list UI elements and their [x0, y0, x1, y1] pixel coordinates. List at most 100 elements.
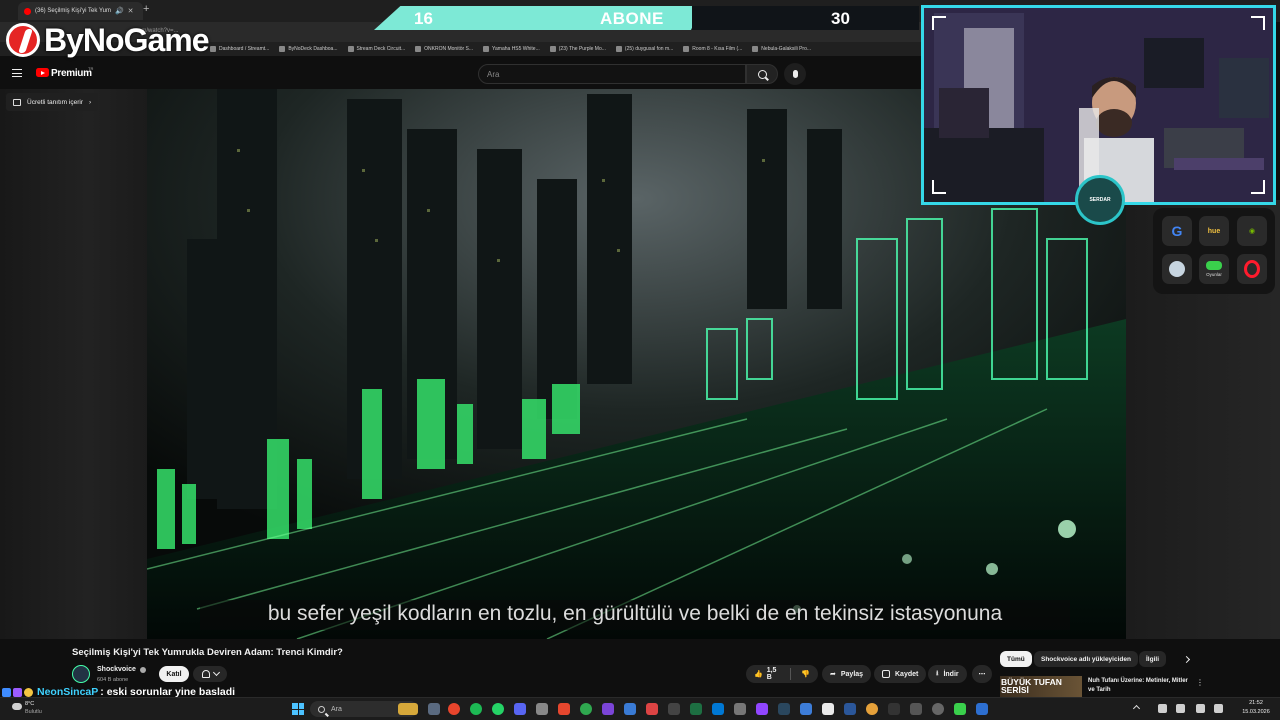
camera-frame-corner: [932, 180, 946, 194]
app-icon[interactable]: [822, 703, 834, 715]
app-icon[interactable]: [734, 703, 746, 715]
gamepad-icon[interactable]: Oyunlar: [1199, 254, 1229, 284]
subscribed-bell-button[interactable]: [193, 666, 227, 682]
app-icon[interactable]: [976, 703, 988, 715]
weather-description[interactable]: Bulutlu: [25, 709, 42, 715]
bookmark-label: ONKRON Monitör S...: [424, 46, 474, 52]
network-icon[interactable]: [1176, 704, 1185, 713]
app-icon[interactable]: [954, 703, 966, 715]
like-button[interactable]: 👍 1,5 B: [754, 667, 780, 681]
bookmark-item[interactable]: (23) The Purple Mo...: [549, 46, 606, 52]
search-icon: [318, 705, 325, 713]
bookmark-item[interactable]: ONKRON Monitör S...: [415, 46, 473, 52]
hamburger-menu-icon[interactable]: [12, 69, 22, 77]
app-icon[interactable]: [910, 703, 922, 715]
app-icon[interactable]: [690, 703, 702, 715]
tab-title: (36) Seçilmiş Kişi'yi Tek Yum: [35, 8, 111, 14]
clock-time[interactable]: 21:52: [1241, 700, 1271, 706]
app-icon[interactable]: [536, 703, 548, 715]
app-icon[interactable]: [602, 703, 614, 715]
bookmark-favicon-icon: [279, 46, 286, 52]
bookmark-item[interactable]: Room 8 - Kısa Film (...: [683, 46, 742, 52]
chevron-down-icon: [212, 668, 220, 677]
goal-bar-background: [692, 6, 919, 30]
save-label: Kaydet: [895, 670, 919, 678]
bookmark-label: Yamaha HS5 White...: [492, 46, 540, 52]
thumbnail-text: BÜYÜK TUFAN SERİSİ: [1001, 677, 1062, 695]
save-button[interactable]: Kaydet: [874, 665, 927, 683]
app-icon[interactable]: [866, 703, 878, 715]
tray-app-icon[interactable]: [1158, 704, 1167, 713]
discord-icon[interactable]: [514, 703, 526, 715]
share-button[interactable]: ➦ Paylaş: [822, 665, 872, 683]
youtube-premium-logo[interactable]: Premium: [51, 68, 92, 79]
app-icon[interactable]: [712, 703, 724, 715]
task-view-icon[interactable]: [428, 703, 440, 715]
recommended-title[interactable]: Nuh Tufanı Üzerine: Metinler, Mitler ve …: [1088, 677, 1188, 695]
clock-date[interactable]: 15.03.2026: [1241, 709, 1271, 715]
streamer-camera-feed: [924, 8, 1273, 202]
app-icon[interactable]: [668, 703, 680, 715]
download-button[interactable]: ⭳ İndir: [928, 665, 967, 683]
chip-from-channel[interactable]: Shockvoice adlı yükleyiciden: [1034, 651, 1138, 667]
close-tab-icon[interactable]: ✕: [128, 7, 134, 15]
weather-widget-icon[interactable]: [398, 703, 418, 715]
bell-icon: [201, 670, 210, 678]
chip-all[interactable]: Tümü: [1000, 651, 1032, 667]
join-button[interactable]: Katıl: [159, 666, 189, 682]
bookmark-favicon-icon: [549, 46, 556, 52]
more-actions-button[interactable]: ⋯: [972, 665, 992, 683]
camera-frame-corner: [1251, 16, 1265, 30]
paid-promotion-badge[interactable]: Ücretli tanıtım içerir ›: [6, 93, 99, 111]
google-icon[interactable]: G: [1162, 216, 1192, 246]
recommended-thumbnail[interactable]: BÜYÜK TUFAN SERİSİ: [1000, 676, 1082, 698]
steam-taskbar-icon[interactable]: [778, 703, 790, 715]
whatsapp-icon[interactable]: [492, 703, 504, 715]
search-button[interactable]: [746, 64, 778, 84]
thumbs-down-icon[interactable]: 👎: [801, 670, 810, 678]
spotify-icon[interactable]: [470, 703, 482, 715]
hue-icon[interactable]: hue: [1199, 216, 1229, 246]
youtube-header: Premium TR Ara: [0, 58, 922, 90]
microphone-tray-icon[interactable]: [1196, 704, 1205, 713]
speaker-icon[interactable]: 🔊: [115, 7, 124, 15]
bookmark-item[interactable]: Stream Deck Circuit...: [347, 46, 405, 52]
bookmark-item[interactable]: Yamaha HS5 White...: [483, 46, 540, 52]
bookmark-label: Dashboard / Streamt...: [219, 46, 270, 52]
app-icon[interactable]: [888, 703, 900, 715]
youtube-logo-icon[interactable]: [36, 68, 49, 77]
more-vertical-icon[interactable]: ⋮: [1196, 678, 1204, 687]
search-input[interactable]: Ara: [478, 64, 746, 84]
volume-icon[interactable]: [1214, 704, 1223, 713]
app-icon[interactable]: [800, 703, 812, 715]
channel-name[interactable]: Shockvoice: [97, 666, 136, 673]
bookmark-item[interactable]: Nebula-Galaksili Pro...: [752, 46, 811, 52]
weather-temperature[interactable]: 8°C: [25, 701, 34, 707]
app-icon[interactable]: [844, 703, 856, 715]
voice-search-button[interactable]: [784, 63, 806, 85]
bookmark-label: (25) duygusal fon m...: [624, 46, 674, 52]
bookmark-label: (23) The Purple Mo...: [558, 46, 606, 52]
settings-icon[interactable]: [932, 703, 944, 715]
nvidia-icon[interactable]: ◉: [1237, 216, 1267, 246]
bookmark-favicon-icon: [683, 46, 690, 52]
app-icon[interactable]: [558, 703, 570, 715]
chrome-icon[interactable]: [448, 703, 460, 715]
chevron-right-icon[interactable]: [1182, 655, 1191, 664]
bookmark-item[interactable]: Dashboard / Streamt...: [210, 46, 269, 52]
opera-icon[interactable]: [1237, 254, 1267, 284]
app-icon[interactable]: [580, 703, 592, 715]
app-icon[interactable]: [624, 703, 636, 715]
app-icon[interactable]: [646, 703, 658, 715]
windows-start-icon[interactable]: [292, 703, 304, 715]
bookmark-item[interactable]: ByNoDeck Dashboa...: [279, 46, 338, 52]
cloud-icon[interactable]: [12, 703, 22, 710]
tray-overflow-icon[interactable]: [1132, 704, 1141, 713]
channel-avatar[interactable]: [72, 665, 90, 683]
bookmark-item[interactable]: (25) duygusal fon m...: [615, 46, 674, 52]
video-subtitle: bu sefer yeşil kodların en tozlu, en gür…: [200, 600, 1070, 630]
steam-icon[interactable]: [1162, 254, 1192, 284]
twitch-icon[interactable]: [756, 703, 768, 715]
new-tab-button[interactable]: +: [143, 3, 149, 15]
chip-related[interactable]: İlgili: [1139, 651, 1166, 667]
